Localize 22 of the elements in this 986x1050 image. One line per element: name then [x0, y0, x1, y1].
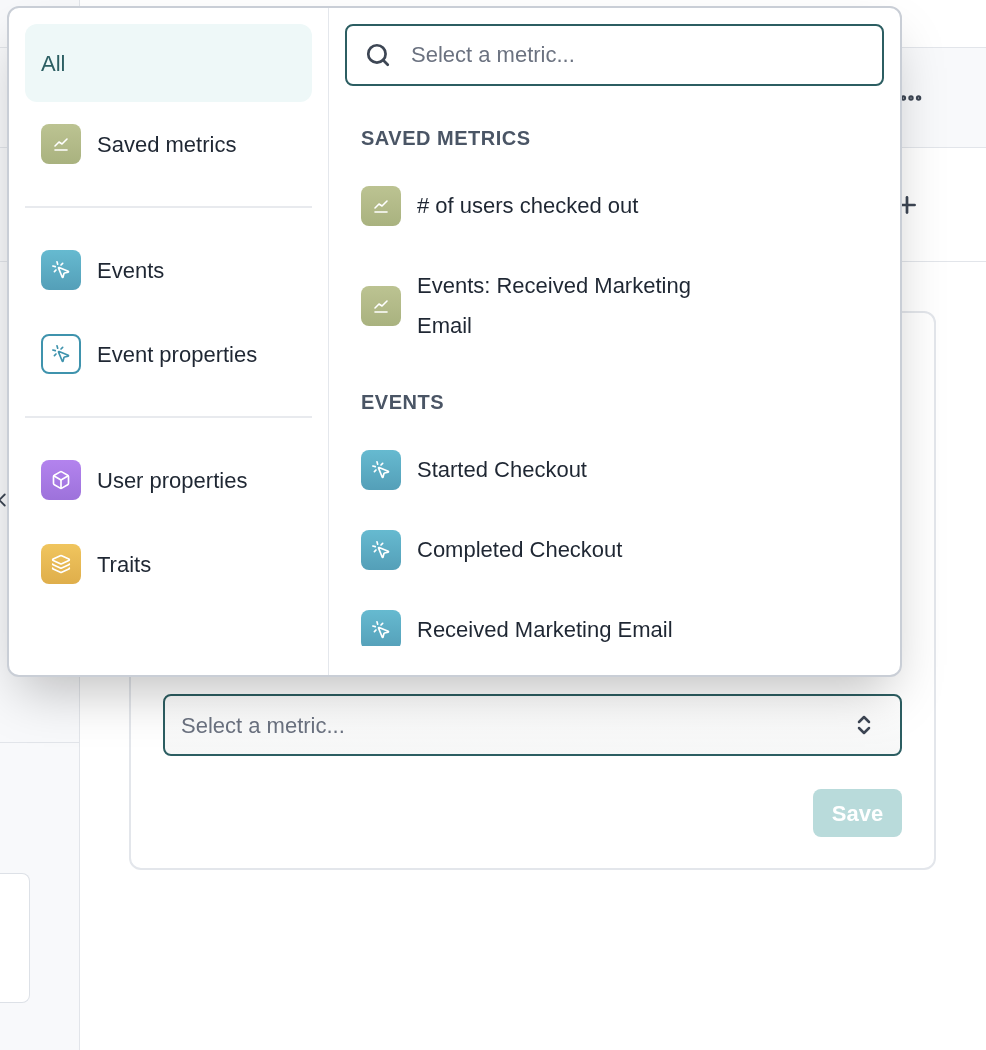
metric-option[interactable]: Events: Received Marketing Email [345, 246, 884, 366]
chart-icon [361, 286, 401, 326]
metric-select[interactable]: Select a metric... [163, 694, 902, 756]
section-heading: SAVED METRICS [360, 126, 532, 151]
chart-icon [361, 186, 401, 226]
search-icon [365, 42, 391, 68]
cube-icon [41, 460, 81, 500]
cursor-click-icon [361, 610, 401, 646]
chart-icon [41, 124, 81, 164]
metric-option[interactable]: Started Checkout [345, 430, 884, 510]
cursor-click-icon [41, 334, 81, 374]
cursor-click-icon [361, 450, 401, 490]
cursor-click-icon [41, 250, 81, 290]
search-field[interactable]: Select a metric... [345, 24, 884, 86]
select-placeholder: Select a metric... [181, 711, 345, 740]
layers-icon [41, 544, 81, 584]
section-heading: EVENTS [360, 390, 446, 415]
metric-option[interactable]: # of users checked out [345, 166, 884, 246]
metric-option[interactable]: Received Marketing Email [345, 590, 884, 646]
category-item[interactable]: All [25, 24, 312, 102]
metric-option[interactable]: Completed Checkout [345, 510, 884, 590]
cursor-click-icon [361, 530, 401, 570]
